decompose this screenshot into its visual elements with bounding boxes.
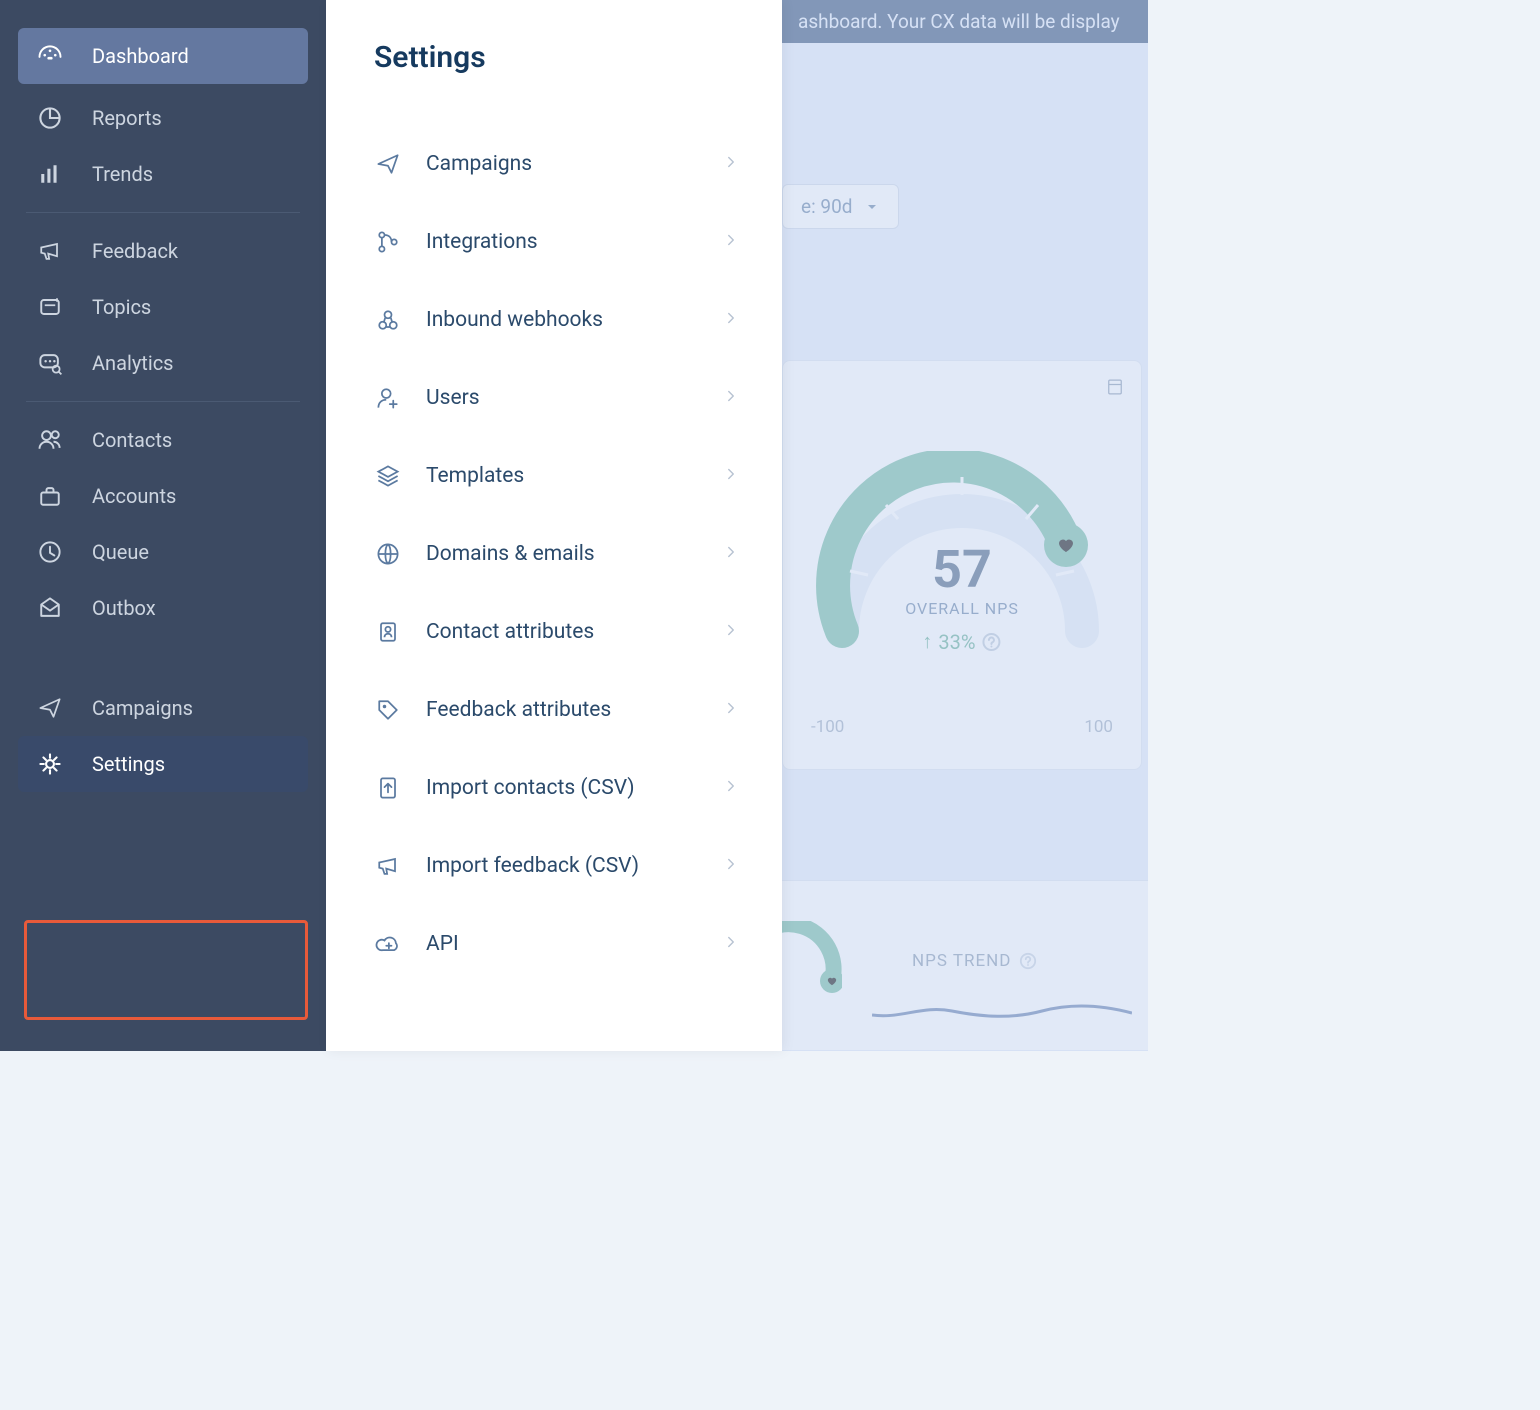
sidebar-item-label: Feedback [92,239,178,263]
sidebar-item-trends[interactable]: Trends [18,146,308,202]
envelope-icon [36,594,64,622]
settings-item-templates[interactable]: Templates [326,437,782,515]
dashboard-icon [36,42,64,70]
settings-item-domains-emails[interactable]: Domains & emails [326,515,782,593]
dashboard-backdrop: ashboard. Your CX data will be display e… [782,0,1148,1051]
sidebar-item-queue[interactable]: Queue [18,524,308,580]
settings-item-api[interactable]: API [326,905,782,983]
briefcase-icon [36,482,64,510]
bars-icon [36,160,64,188]
card-icon [36,293,64,321]
send-icon [36,694,64,722]
clock-icon [36,538,64,566]
chevron-right-icon [722,855,740,877]
id-card-icon [374,618,426,646]
main-sidebar: Dashboard Reports Trends Feedback Topics Anal… [0,0,326,1051]
sidebar-item-label: Campaigns [92,696,193,720]
settings-item-campaigns[interactable]: Campaigns [326,125,782,203]
settings-title: Settings [374,40,782,75]
megaphone-icon [374,852,426,880]
sidebar-item-label: Reports [92,106,162,130]
send-icon [374,150,426,178]
sidebar-item-label: Contacts [92,428,172,452]
tag-icon [374,696,426,724]
sidebar-item-contacts[interactable]: Contacts [18,412,308,468]
sidebar-item-accounts[interactable]: Accounts [18,468,308,524]
sidebar-item-label: Topics [92,295,151,319]
settings-item-label: API [426,932,722,956]
sidebar-item-label: Accounts [92,484,176,508]
settings-item-label: Inbound webhooks [426,308,722,332]
pie-icon [36,104,64,132]
gear-icon [36,750,64,778]
chevron-right-icon [722,231,740,253]
chevron-right-icon [722,309,740,331]
settings-item-label: Templates [426,464,722,488]
settings-item-label: Campaigns [426,152,722,176]
people-icon [36,426,64,454]
chevron-right-icon [722,153,740,175]
settings-item-label: Users [426,386,722,410]
cloud-plus-icon [374,930,426,958]
settings-item-users[interactable]: Users [326,359,782,437]
file-up-icon [374,774,426,802]
chevron-right-icon [722,465,740,487]
sidebar-item-analytics[interactable]: Analytics [18,335,308,391]
sidebar-item-label: Outbox [92,596,156,620]
globe-icon [374,540,426,568]
chevron-right-icon [722,777,740,799]
sidebar-item-dashboard[interactable]: Dashboard [18,28,308,84]
webhook-icon [374,306,426,334]
sidebar-item-label: Trends [92,162,153,186]
settings-item-label: Contact attributes [426,620,722,644]
settings-item-label: Feedback attributes [426,698,722,722]
settings-item-inbound-webhooks[interactable]: Inbound webhooks [326,281,782,359]
settings-item-label: Import feedback (CSV) [426,854,722,878]
sidebar-item-label: Analytics [92,351,174,375]
settings-item-feedback-attributes[interactable]: Feedback attributes [326,671,782,749]
megaphone-icon [36,237,64,265]
settings-item-integrations[interactable]: Integrations [326,203,782,281]
chevron-right-icon [722,933,740,955]
user-add-icon [374,384,426,412]
settings-item-label: Import contacts (CSV) [426,776,722,800]
settings-item-label: Integrations [426,230,722,254]
chevron-right-icon [722,387,740,409]
branch-icon [374,228,426,256]
sidebar-item-campaigns[interactable]: Campaigns [18,680,308,736]
chevron-right-icon [722,543,740,565]
sidebar-item-label: Queue [92,540,149,564]
sidebar-item-topics[interactable]: Topics [18,279,308,335]
settings-item-contact-attributes[interactable]: Contact attributes [326,593,782,671]
layers-icon [374,462,426,490]
settings-item-import-feedback-csv-[interactable]: Import feedback (CSV) [326,827,782,905]
sidebar-item-label: Dashboard [92,44,189,68]
chevron-right-icon [722,699,740,721]
sidebar-item-reports[interactable]: Reports [18,90,308,146]
settings-item-import-contacts-csv-[interactable]: Import contacts (CSV) [326,749,782,827]
chevron-right-icon [722,621,740,643]
sidebar-item-outbox[interactable]: Outbox [18,580,308,636]
sidebar-item-label: Settings [92,752,165,776]
chat-search-icon [36,349,64,377]
settings-item-label: Domains & emails [426,542,722,566]
settings-panel: Settings Campaigns Integrations Inbound we… [326,0,782,1051]
sidebar-item-feedback[interactable]: Feedback [18,223,308,279]
sidebar-item-settings[interactable]: Settings [18,736,308,792]
